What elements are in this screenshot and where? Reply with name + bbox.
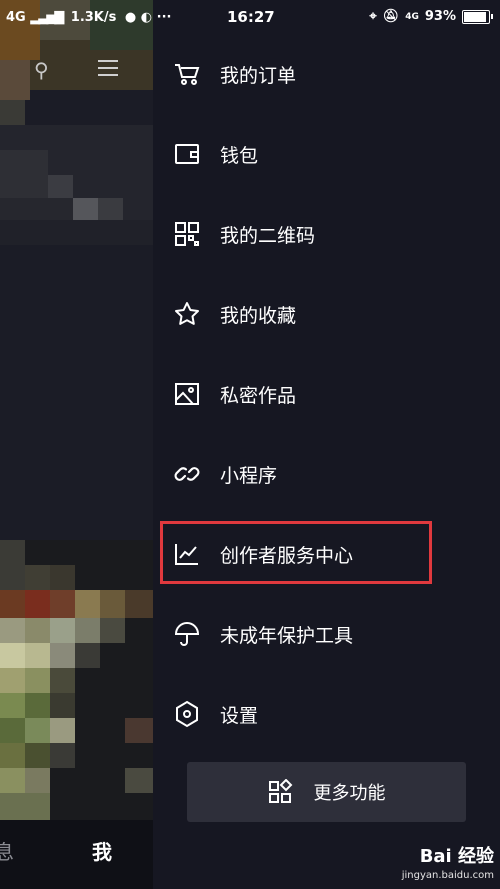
menu-icon[interactable] bbox=[98, 60, 118, 76]
nav-me-tab[interactable]: 我 bbox=[92, 836, 112, 865]
network-badge: 4G bbox=[405, 11, 419, 22]
status-bar: 4G ▂▃▅▇ 1.3K/s ● ◐ ··· 16:27 ⌖ 🔕︎ 4G 93% bbox=[0, 0, 500, 36]
grid-apps-icon bbox=[268, 779, 292, 803]
watermark-brand: Bai 经验 bbox=[419, 846, 494, 867]
menu-item-private-works[interactable]: 私密作品 bbox=[153, 364, 500, 424]
star-icon bbox=[173, 300, 201, 328]
menu-label: 我的订单 bbox=[220, 64, 297, 87]
signal-icon: ▂▃▅▇ bbox=[30, 10, 64, 25]
more-features-button[interactable]: 更多功能 bbox=[187, 762, 466, 822]
menu-label: 小程序 bbox=[220, 464, 278, 487]
cart-icon bbox=[173, 60, 201, 88]
menu-item-minor-protection[interactable]: 未成年保护工具 bbox=[153, 604, 500, 664]
more-features-label: 更多功能 bbox=[313, 783, 386, 804]
menu-label: 未成年保护工具 bbox=[220, 624, 354, 647]
location-icon: ⌖ bbox=[369, 9, 377, 24]
clock: 16:27 bbox=[227, 8, 275, 26]
menu-item-orders[interactable]: 我的订单 bbox=[153, 44, 500, 104]
watermark-url: jingyan.baidu.com bbox=[401, 870, 494, 881]
nav-messages-tab[interactable]: 息 bbox=[0, 836, 14, 865]
image-icon bbox=[173, 380, 201, 408]
mute-bell-icon: 🔕︎ bbox=[382, 9, 400, 24]
network-speed: 1.3K/s bbox=[70, 10, 117, 25]
qr-code-icon bbox=[173, 220, 201, 248]
side-drawer: 我的订单 钱包 我的二维码 我的收藏 私密作品 小程序 创作者服务中心 未成年保… bbox=[153, 36, 500, 889]
app-notification-icon: ◐ bbox=[140, 10, 153, 25]
menu-label: 钱包 bbox=[220, 144, 259, 167]
network-type: 4G bbox=[6, 10, 26, 25]
menu-label: 我的收藏 bbox=[220, 304, 297, 327]
menu-item-qr-code[interactable]: 我的二维码 bbox=[153, 204, 500, 264]
wechat-icon: ● bbox=[124, 10, 137, 25]
filter-icon[interactable]: ⚲ bbox=[34, 58, 49, 82]
umbrella-icon bbox=[173, 620, 201, 648]
baidu-watermark: Bai 经验 jingyan.baidu.com bbox=[402, 842, 494, 881]
menu-item-mini-programs[interactable]: 小程序 bbox=[153, 444, 500, 504]
more-notifications-icon: ··· bbox=[156, 10, 172, 25]
background-profile-pane: ⚲ 息 我 bbox=[0, 0, 153, 889]
battery-percent: 93% bbox=[424, 9, 456, 24]
menu-item-favorites[interactable]: 我的收藏 bbox=[153, 284, 500, 344]
bottom-nav bbox=[0, 820, 153, 889]
menu-item-settings[interactable]: 设置 bbox=[153, 684, 500, 744]
highlight-annotation bbox=[160, 521, 432, 584]
menu-label: 我的二维码 bbox=[220, 224, 316, 247]
wallet-icon bbox=[173, 140, 201, 168]
menu-item-wallet[interactable]: 钱包 bbox=[153, 124, 500, 184]
settings-hex-icon bbox=[173, 700, 201, 728]
battery-icon bbox=[462, 9, 493, 24]
menu-label: 私密作品 bbox=[220, 384, 297, 407]
link-icon bbox=[173, 460, 201, 488]
menu-label: 设置 bbox=[220, 704, 259, 727]
